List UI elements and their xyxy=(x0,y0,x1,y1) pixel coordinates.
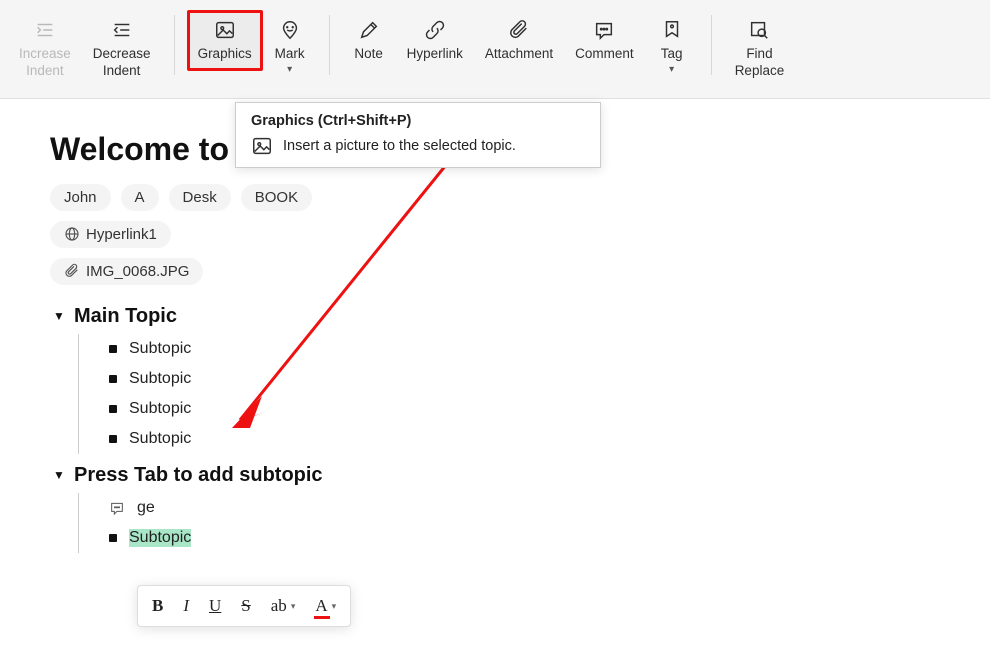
subtopic-label[interactable]: Subtopic xyxy=(129,430,191,448)
paperclip-icon xyxy=(64,263,80,279)
note-button[interactable]: Note xyxy=(342,10,396,71)
graphics-button[interactable]: Graphics xyxy=(187,10,263,71)
document-content: Welcome to EdrawMind John A Desk BOOK Hy… xyxy=(0,99,990,583)
collapse-caret-icon[interactable]: ▼ xyxy=(50,309,68,323)
outline-section[interactable]: ▼ Press Tab to add subtopic xyxy=(50,464,940,487)
find-replace-icon xyxy=(747,18,771,42)
bullet-icon xyxy=(109,405,117,413)
comment-button[interactable]: Comment xyxy=(564,10,645,71)
mark-label: Mark xyxy=(275,46,305,63)
mark-button[interactable]: Mark ▾ xyxy=(263,10,317,83)
decrease-indent-icon xyxy=(110,18,134,42)
attachment-chip-label: IMG_0068.JPG xyxy=(86,263,189,280)
tag-label: Tag xyxy=(661,46,683,63)
find-replace-button[interactable]: FindReplace xyxy=(724,10,796,88)
decrease-indent-label: DecreaseIndent xyxy=(93,46,151,80)
increase-indent-icon xyxy=(33,18,57,42)
graphics-tooltip: Graphics (Ctrl+Shift+P) Insert a picture… xyxy=(235,102,601,168)
mark-icon xyxy=(278,18,302,42)
chevron-down-icon: ▾ xyxy=(332,601,337,612)
find-group: FindReplace xyxy=(716,10,804,88)
case-button[interactable]: ab▾ xyxy=(263,590,304,622)
outline-children: ge Subtopic xyxy=(78,493,940,553)
list-item[interactable]: Subtopic xyxy=(109,523,940,553)
toolbar-separator xyxy=(711,15,712,75)
underline-button[interactable]: U xyxy=(201,590,229,622)
decrease-indent-button[interactable]: DecreaseIndent xyxy=(82,10,162,88)
hyperlink-chip[interactable]: Hyperlink1 xyxy=(50,221,171,248)
chevron-down-icon: ▾ xyxy=(669,64,674,75)
indent-group: IncreaseIndent DecreaseIndent xyxy=(0,10,170,88)
note-label: Note xyxy=(354,46,383,63)
find-replace-label: FindReplace xyxy=(735,46,785,80)
subtopic-label[interactable]: Subtopic xyxy=(129,370,191,388)
hyperlink-button[interactable]: Hyperlink xyxy=(396,10,474,71)
chevron-down-icon: ▾ xyxy=(287,64,292,75)
tag-icon xyxy=(660,18,684,42)
font-color-button[interactable]: A▾ xyxy=(307,590,344,622)
list-item[interactable]: ge xyxy=(109,493,940,523)
tag-button[interactable]: Tag ▾ xyxy=(645,10,699,83)
list-item[interactable]: Subtopic xyxy=(109,394,940,424)
tag-chip[interactable]: A xyxy=(121,184,159,211)
attachment-chip[interactable]: IMG_0068.JPG xyxy=(50,258,203,285)
tag-chip[interactable]: Desk xyxy=(169,184,231,211)
image-icon xyxy=(213,18,237,42)
bullet-icon xyxy=(109,345,117,353)
strikethrough-button[interactable]: S xyxy=(233,590,258,622)
outline-section[interactable]: ▼ Main Topic xyxy=(50,305,940,328)
list-item[interactable]: Subtopic xyxy=(109,364,940,394)
comment-icon[interactable] xyxy=(109,500,125,516)
section-title[interactable]: Press Tab to add subtopic xyxy=(74,464,323,487)
attach-group: Note Hyperlink Attachment Comment Tag xyxy=(334,10,707,83)
italic-button[interactable]: I xyxy=(175,590,197,622)
list-item[interactable]: Subtopic xyxy=(109,424,940,454)
hyperlink-chip-label: Hyperlink1 xyxy=(86,226,157,243)
pencil-icon xyxy=(357,18,381,42)
tag-chip[interactable]: John xyxy=(50,184,111,211)
chevron-down-icon: ▾ xyxy=(291,601,296,612)
attachment-label: Attachment xyxy=(485,46,553,63)
list-item[interactable]: Subtopic xyxy=(109,334,940,364)
outline-children: Subtopic Subtopic Subtopic Subtopic xyxy=(78,334,940,454)
subtopic-label[interactable]: Subtopic xyxy=(129,340,191,358)
bullet-icon xyxy=(109,534,117,542)
section-title[interactable]: Main Topic xyxy=(74,305,177,328)
tag-chip[interactable]: BOOK xyxy=(241,184,312,211)
bullet-icon xyxy=(109,375,117,383)
toolbar-separator xyxy=(174,15,175,75)
globe-icon xyxy=(64,226,80,242)
bold-button[interactable]: B xyxy=(144,590,171,622)
floating-format-toolbar: B I U S ab▾ A▾ xyxy=(137,585,351,627)
subtopic-label[interactable]: Subtopic xyxy=(129,529,191,547)
image-icon xyxy=(251,135,273,157)
subtopic-label[interactable]: ge xyxy=(137,499,155,517)
toolbar: IncreaseIndent DecreaseIndent Graphics M… xyxy=(0,0,990,99)
graphics-label: Graphics xyxy=(198,46,252,63)
tag-row: John A Desk BOOK xyxy=(50,184,940,211)
comment-label: Comment xyxy=(575,46,634,63)
tooltip-title: Graphics (Ctrl+Shift+P) xyxy=(251,113,585,129)
toolbar-separator xyxy=(329,15,330,75)
outline: ▼ Main Topic Subtopic Subtopic Subtopic … xyxy=(50,305,940,553)
increase-indent-label: IncreaseIndent xyxy=(19,46,71,80)
link-icon xyxy=(423,18,447,42)
insert-group: Graphics Mark ▾ xyxy=(179,10,325,83)
paperclip-icon xyxy=(507,18,531,42)
attachment-button[interactable]: Attachment xyxy=(474,10,564,71)
subtopic-label[interactable]: Subtopic xyxy=(129,400,191,418)
tooltip-text: Insert a picture to the selected topic. xyxy=(283,138,516,154)
comment-icon xyxy=(592,18,616,42)
increase-indent-button: IncreaseIndent xyxy=(8,10,82,88)
hyperlink-label: Hyperlink xyxy=(407,46,463,63)
collapse-caret-icon[interactable]: ▼ xyxy=(50,468,68,482)
bullet-icon xyxy=(109,435,117,443)
